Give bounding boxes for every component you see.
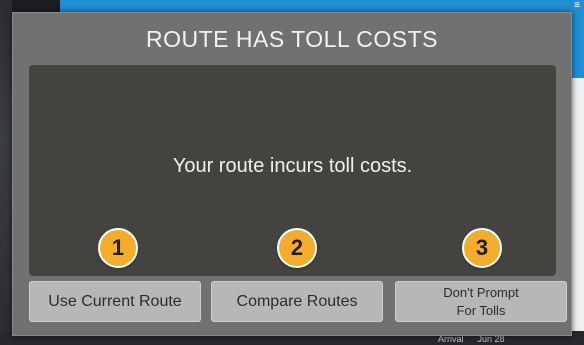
callout-badge-1: 1 xyxy=(98,228,138,268)
use-current-route-button[interactable]: Use Current Route xyxy=(29,281,201,322)
dont-prompt-line-1: Don't Prompt xyxy=(443,284,519,300)
dialog-message: Your route incurs toll costs. xyxy=(172,155,413,177)
background-map-right xyxy=(570,0,584,345)
compare-routes-button[interactable]: Compare Routes xyxy=(211,281,383,322)
background-map-top xyxy=(60,0,570,12)
dont-prompt-for-tolls-button[interactable]: Don't Prompt For Tolls xyxy=(395,281,567,322)
callout-badge-2: 2 xyxy=(277,228,317,268)
dont-prompt-line-2: For Tolls xyxy=(456,302,506,318)
callout-badge-3: 3 xyxy=(462,228,502,268)
menu-icon[interactable]: ≡ xyxy=(572,0,582,12)
background-map-left xyxy=(0,0,12,345)
app-screen: ≡ Arrival Jun 28 ROUTE HAS TOLL COSTS You… xyxy=(0,0,584,345)
toll-cost-dialog: ROUTE HAS TOLL COSTS Your route incurs t… xyxy=(12,12,572,336)
dialog-title: ROUTE HAS TOLL COSTS xyxy=(145,26,439,52)
